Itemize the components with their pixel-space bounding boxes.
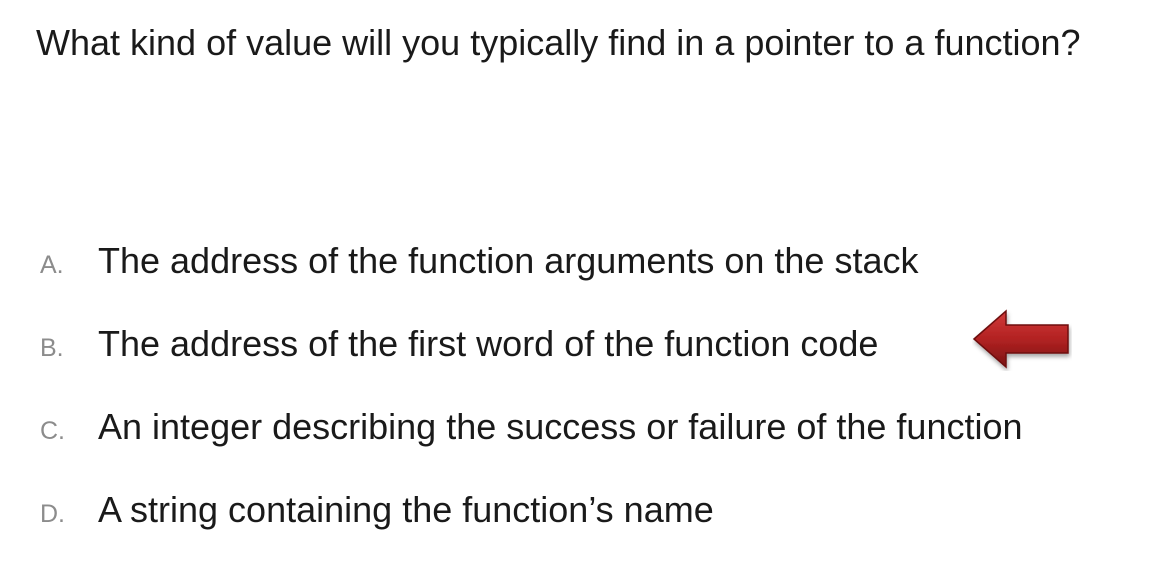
option-text: A string containing the function’s name [98,489,714,530]
option-letter: C. [40,417,65,445]
option-letter: A. [40,251,64,279]
option-letter: D. [40,500,65,528]
option-text: The address of the first word of the fun… [98,323,879,364]
arrow-shape [972,309,1069,369]
option-letter: B. [40,334,64,362]
option-c[interactable]: C. An integer describing the success or f… [40,402,1023,452]
answer-options-list: A. The address of the function arguments … [40,236,1023,568]
question-title: What kind of value will you typically fi… [36,22,1081,63]
option-a[interactable]: A. The address of the function arguments … [40,236,1023,286]
option-b[interactable]: B. The address of the first word of the f… [40,319,1023,369]
option-text: An integer describing the success or fai… [98,406,1023,447]
left-arrow-icon [972,309,1069,369]
option-text: The address of the function arguments on… [98,240,919,281]
option-d[interactable]: D. A string containing the function’s nam… [40,485,1023,535]
